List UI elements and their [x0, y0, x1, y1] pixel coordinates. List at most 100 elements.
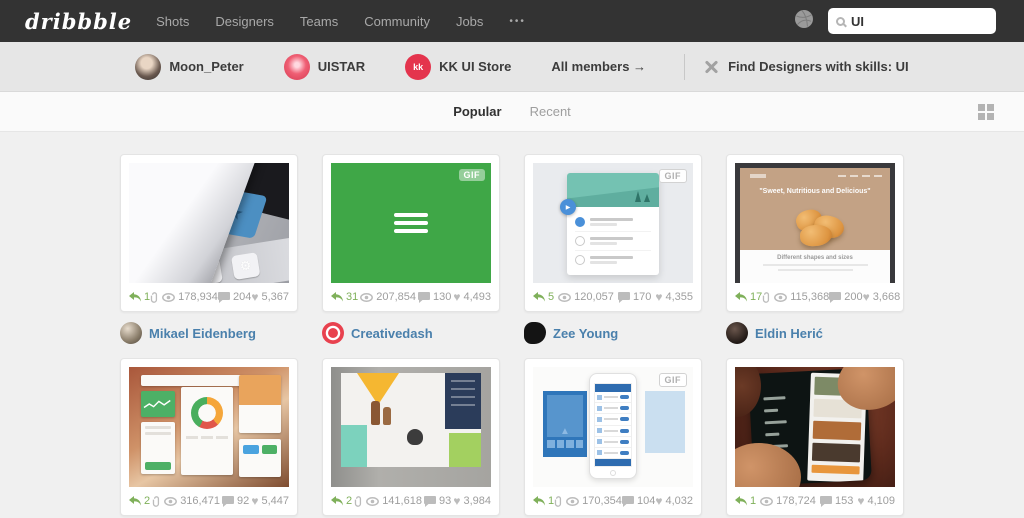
author-avatar[interactable]: [322, 322, 344, 344]
views-count[interactable]: 178,724: [760, 495, 816, 507]
search-input[interactable]: [851, 13, 1024, 29]
likes-count[interactable]: ♥ 3,984: [453, 495, 491, 507]
shot-card[interactable]: 2 316,471 92 ♥ 5,447: [120, 358, 298, 516]
shot-author[interactable]: Mikael Eidenberg: [120, 322, 298, 344]
nav-item-community[interactable]: Community: [364, 14, 430, 29]
shot-card[interactable]: "Sweet, Nutritious and Delicious" Differe…: [726, 154, 904, 312]
thumb-art: [590, 218, 633, 221]
shot-thumbnail[interactable]: ▲ GIF: [533, 367, 693, 487]
views-count[interactable]: 141,618: [354, 495, 422, 507]
tab-popular[interactable]: Popular: [453, 104, 501, 119]
all-members-link[interactable]: All members →: [551, 59, 646, 74]
thumb-art: [620, 395, 629, 400]
comments-count[interactable]: 200: [829, 291, 863, 303]
author-avatar[interactable]: [726, 322, 748, 344]
nav-links: Shots Designers Teams Community Jobs: [156, 14, 483, 29]
thumb-art: [799, 223, 833, 248]
author-avatar[interactable]: [120, 322, 142, 344]
shot-thumbnail[interactable]: ★☁⚙: [129, 163, 289, 283]
member-name: UISTAR: [317, 59, 366, 74]
rebound-count[interactable]: 2: [129, 495, 150, 507]
attachment-icon: [763, 291, 770, 303]
views-count[interactable]: 170,354: [554, 495, 622, 507]
comments-count[interactable]: 153: [819, 495, 853, 507]
nav-item-teams[interactable]: Teams: [300, 14, 338, 29]
rebound-icon: [533, 291, 545, 301]
tab-recent[interactable]: Recent: [530, 104, 571, 119]
member-list: Moon_Peter UISTAR kk KK UI Store: [115, 53, 531, 80]
views-count[interactable]: 207,854: [360, 291, 416, 303]
nav-item-jobs[interactable]: Jobs: [456, 14, 483, 29]
thumb-art: [764, 420, 787, 425]
likes-count[interactable]: ♥ 5,367: [251, 291, 289, 303]
shot-thumbnail[interactable]: [129, 367, 289, 487]
shot-card[interactable]: 1 178,724 153 ♥ 4,109: [726, 358, 904, 516]
likes-count[interactable]: ♥ 4,493: [453, 291, 491, 303]
likes-count[interactable]: ♥ 3,668: [863, 291, 901, 303]
thumb-art: [239, 439, 281, 477]
views-count[interactable]: 115,368: [762, 291, 829, 303]
shot-thumbnail[interactable]: GIF: [331, 163, 491, 283]
views-count[interactable]: 178,934: [150, 291, 218, 303]
member-moon-peter[interactable]: Moon_Peter: [135, 53, 244, 80]
dribbble-logo[interactable]: dribbble: [25, 9, 132, 34]
rebound-count[interactable]: 1: [735, 495, 756, 507]
shot-card[interactable]: ★☁⚙ 1178,934204♥5,367: [120, 154, 298, 312]
rebound-count[interactable]: 1: [533, 495, 554, 507]
grid-view-icon[interactable]: [978, 104, 994, 120]
comments-count[interactable]: 92: [222, 495, 249, 507]
likes-count[interactable]: ♥ 5,447: [251, 495, 289, 507]
shot-cell: ▶ GIF 5 120,057 170 ♥ 4,355 Zee Young: [524, 154, 702, 344]
comments-count[interactable]: 130: [417, 291, 451, 303]
shot-card[interactable]: 2 141,618 93 ♥ 3,984: [322, 358, 500, 516]
shot-author[interactable]: Eldin Herić: [726, 322, 904, 344]
thumb-art: [186, 436, 228, 439]
thumb-art: [239, 375, 281, 433]
member-uistar[interactable]: UISTAR: [283, 53, 366, 80]
likes-count[interactable]: ♥ 4,355: [655, 291, 693, 303]
likes-count[interactable]: ♥ 4,032: [655, 495, 693, 507]
thumb-art: [604, 451, 618, 454]
thumb-art: [595, 437, 631, 448]
nav-more-menu[interactable]: •••: [509, 16, 526, 27]
rebound-count[interactable]: 31: [331, 291, 358, 303]
member-kk-ui-store[interactable]: kk KK UI Store: [405, 53, 511, 80]
shot-thumbnail[interactable]: [735, 367, 895, 487]
likes-count[interactable]: ♥ 4,109: [857, 495, 895, 507]
comments-count[interactable]: 170: [617, 291, 651, 303]
comments-count[interactable]: 204: [217, 291, 251, 303]
views-count[interactable]: 316,471: [152, 495, 220, 507]
thumb-art: "Sweet, Nutritious and Delicious": [759, 188, 871, 195]
views-count[interactable]: 120,057: [558, 291, 614, 303]
thumb-art: [261, 445, 277, 454]
rebound-icon: [331, 291, 343, 301]
shot-author[interactable]: Zee Young: [524, 322, 702, 344]
rebound-count[interactable]: 17: [735, 291, 762, 303]
rebound-count[interactable]: 2: [331, 495, 352, 507]
rebound-count[interactable]: 1: [129, 291, 150, 303]
shot-thumbnail[interactable]: ▶ GIF: [533, 163, 693, 283]
shot-card[interactable]: ▶ GIF 5 120,057 170 ♥ 4,355: [524, 154, 702, 312]
shot-author[interactable]: Creativedash: [322, 322, 500, 344]
thumb-art: [451, 396, 475, 398]
nav-item-shots[interactable]: Shots: [156, 14, 189, 29]
rebound-count[interactable]: 5: [533, 291, 554, 303]
thumb-art: ▲: [547, 395, 583, 437]
thumb-art: [575, 236, 585, 246]
shot-thumbnail[interactable]: [331, 367, 491, 487]
thumb-art: [620, 450, 629, 455]
author-name[interactable]: Mikael Eidenberg: [149, 326, 256, 341]
thumb-art: [595, 414, 631, 426]
author-name[interactable]: Eldin Herić: [755, 326, 823, 341]
nav-item-designers[interactable]: Designers: [215, 14, 274, 29]
comments-count[interactable]: 104: [621, 495, 655, 507]
find-designers-link[interactable]: Find Designers with skills: UI: [703, 59, 909, 75]
shot-thumbnail[interactable]: "Sweet, Nutritious and Delicious" Differe…: [735, 163, 895, 283]
comments-count[interactable]: 93: [424, 495, 451, 507]
author-avatar[interactable]: [524, 322, 546, 344]
shot-card[interactable]: ▲ GIF 1 170,354 104 ♥ 4,032: [524, 358, 702, 516]
shot-card[interactable]: GIF 31 207,854 130 ♥ 4,493: [322, 154, 500, 312]
author-name[interactable]: Creativedash: [351, 326, 433, 341]
author-name[interactable]: Zee Young: [553, 326, 618, 341]
dribbble-ball-icon[interactable]: [794, 9, 814, 34]
